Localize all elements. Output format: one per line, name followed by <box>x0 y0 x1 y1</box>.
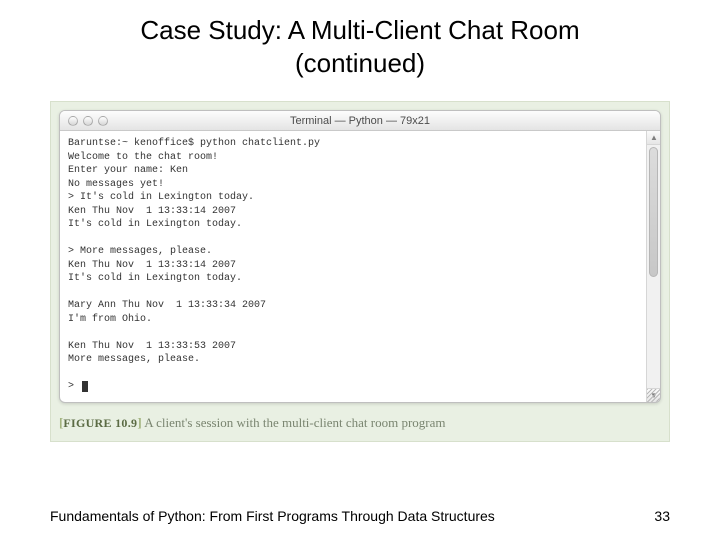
page-title: Case Study: A Multi-Client Chat Room (co… <box>0 0 720 83</box>
figure-label: FIGURE 10.9 <box>63 416 137 430</box>
footer-book-title: Fundamentals of Python: From First Progr… <box>50 508 495 524</box>
bracket-close: ] <box>137 415 141 430</box>
figure-container: Terminal — Python — 79x21 Baruntse:~ ken… <box>50 101 670 442</box>
title-line-2: (continued) <box>295 48 425 78</box>
scroll-up-icon[interactable]: ▲ <box>647 131 661 145</box>
terminal-title: Terminal — Python — 79x21 <box>60 115 660 127</box>
terminal-window: Terminal — Python — 79x21 Baruntse:~ ken… <box>59 110 661 403</box>
title-line-1: Case Study: A Multi-Client Chat Room <box>140 15 579 45</box>
terminal-content[interactable]: Baruntse:~ kenoffice$ python chatclient.… <box>60 131 646 402</box>
terminal-titlebar: Terminal — Python — 79x21 <box>60 111 660 131</box>
figure-caption: [FIGURE 10.9] A client's session with th… <box>59 415 661 431</box>
footer-page-number: 33 <box>654 508 670 524</box>
scroll-thumb[interactable] <box>649 147 658 277</box>
resize-grip-icon[interactable] <box>647 389 660 402</box>
cursor-icon <box>82 381 88 392</box>
figure-caption-text: A client's session with the multi-client… <box>144 415 445 430</box>
terminal-body: Baruntse:~ kenoffice$ python chatclient.… <box>60 131 660 402</box>
scrollbar[interactable]: ▲ ▼ <box>646 131 660 402</box>
slide-footer: Fundamentals of Python: From First Progr… <box>0 508 720 524</box>
